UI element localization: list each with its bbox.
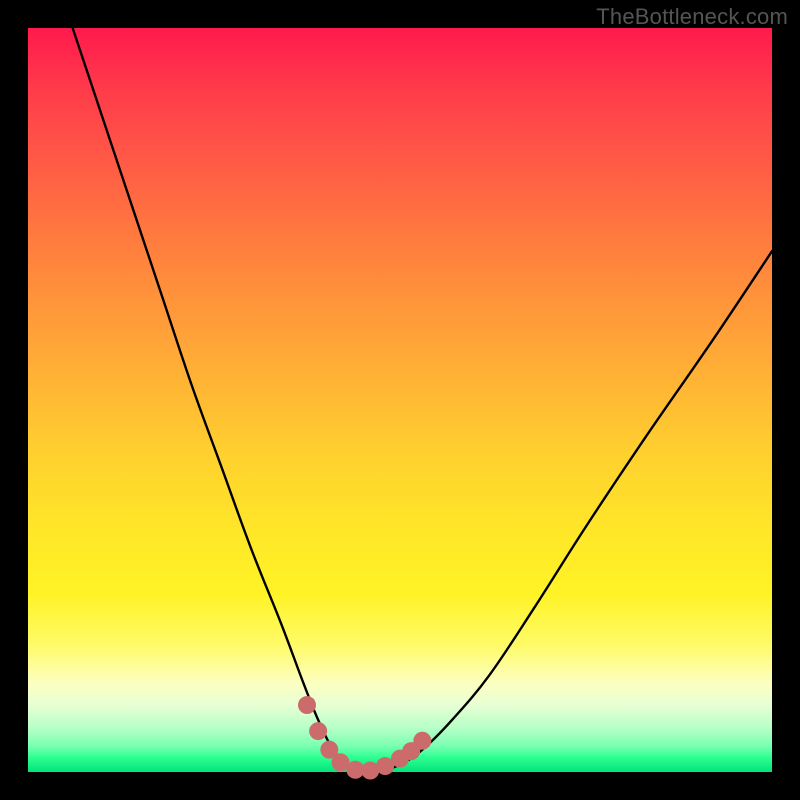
trough-marker xyxy=(298,696,316,714)
chart-svg xyxy=(28,28,772,772)
outer-frame: TheBottleneck.com xyxy=(0,0,800,800)
trough-marker xyxy=(309,722,327,740)
curve-path xyxy=(73,28,772,773)
trough-marker xyxy=(413,732,431,750)
plot-area xyxy=(28,28,772,772)
bottleneck-curve xyxy=(73,28,772,773)
trough-markers xyxy=(298,696,431,779)
watermark-text: TheBottleneck.com xyxy=(596,4,788,30)
